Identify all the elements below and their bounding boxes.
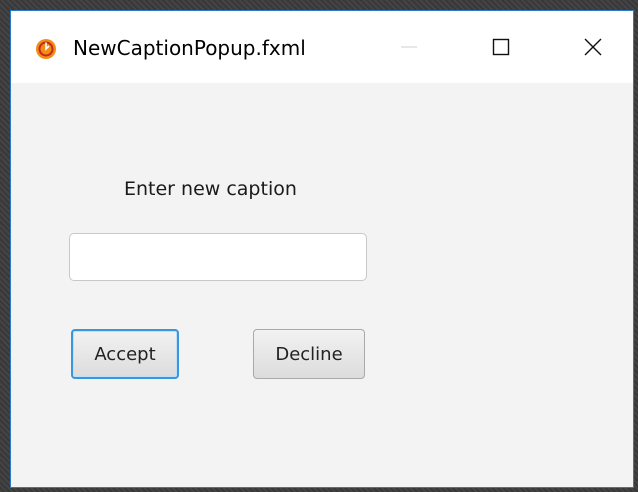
maximize-button[interactable] [477, 21, 525, 77]
accept-button[interactable]: Accept [71, 329, 179, 379]
popup-window: NewCaptionPopup.fxml Enter new caption A… [10, 10, 634, 488]
title-bar[interactable]: NewCaptionPopup.fxml [11, 11, 633, 83]
close-button[interactable] [569, 21, 617, 77]
maximize-icon [491, 37, 511, 61]
minimize-icon [399, 37, 419, 61]
close-icon [583, 37, 603, 61]
decline-button[interactable]: Decline [253, 329, 365, 379]
caption-input[interactable] [69, 233, 367, 281]
minimize-button[interactable] [385, 21, 433, 77]
app-icon [35, 38, 57, 60]
window-title: NewCaptionPopup.fxml [73, 36, 306, 60]
caption-prompt-label: Enter new caption [124, 178, 297, 200]
